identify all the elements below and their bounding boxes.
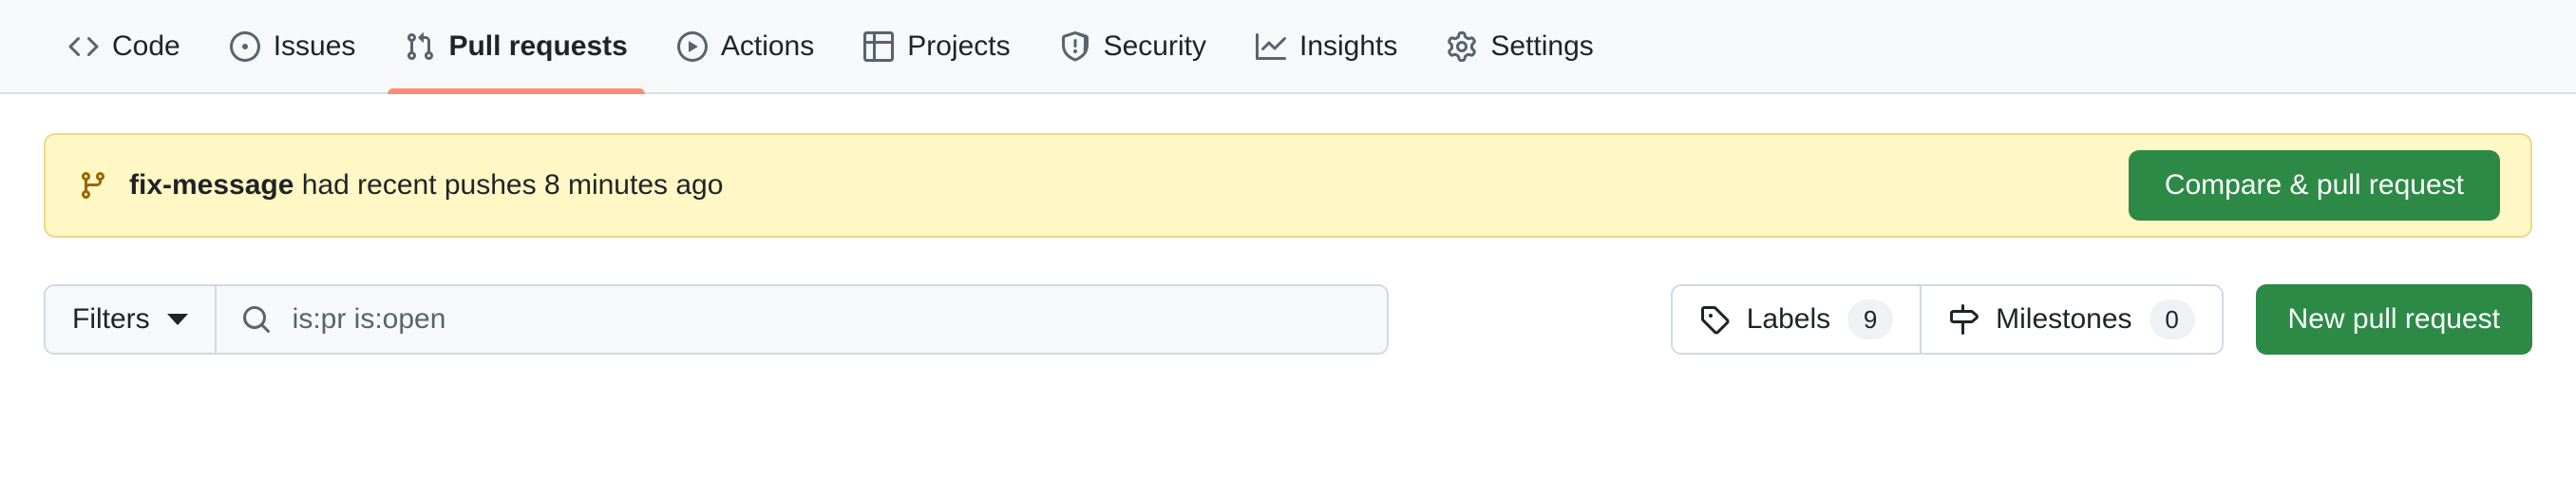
push-banner-message-group: fix-message had recent pushes 8 minutes … (78, 170, 723, 201)
nav-item-projects[interactable]: Projects (839, 0, 1034, 92)
graph-icon (1255, 31, 1286, 62)
filters-button-label: Filters (72, 303, 150, 335)
repo-navigation: Code Issues Pull requests Actions Projec (0, 0, 2576, 94)
issue-opened-icon (229, 30, 260, 62)
nav-item-actions[interactable]: Actions (653, 0, 839, 92)
nav-item-pull-requests[interactable]: Pull requests (380, 0, 652, 94)
labels-milestones-group: Labels 9 Milestones 0 (1670, 284, 2224, 355)
labels-count-badge: 9 (1847, 299, 1894, 339)
nav-item-insights[interactable]: Insights (1231, 0, 1422, 92)
git-pull-request-icon (405, 31, 435, 62)
recent-push-banner: fix-message had recent pushes 8 minutes … (44, 133, 2532, 238)
new-pull-request-button[interactable]: New pull request (2255, 284, 2532, 355)
compare-and-pull-request-button[interactable]: Compare & pull request (2128, 150, 2500, 221)
branch-name: fix-message (129, 169, 294, 201)
nav-item-label: Settings (1490, 29, 1594, 62)
pull-request-filter-toolbar: Filters is:pr is:open Labels 9 Milestone… (44, 284, 2532, 355)
nav-item-label: Insights (1298, 29, 1398, 62)
search-input[interactable]: is:pr is:open (216, 286, 1387, 353)
milestones-button-label: Milestones (1996, 303, 2132, 335)
tag-icon (1699, 304, 1730, 335)
labels-button[interactable]: Labels 9 (1672, 286, 1921, 353)
nav-item-label: Issues (273, 29, 356, 62)
milestones-button[interactable]: Milestones 0 (1920, 286, 2222, 353)
git-branch-icon (78, 170, 108, 201)
nav-item-settings[interactable]: Settings (1422, 0, 1618, 92)
search-icon (241, 304, 272, 335)
milestone-icon (1948, 304, 1979, 335)
gear-icon (1447, 30, 1477, 62)
push-banner-text: fix-message had recent pushes 8 minutes … (129, 171, 723, 200)
nav-item-label: Actions (720, 29, 815, 62)
nav-item-label: Code (112, 29, 180, 62)
chevron-down-icon (166, 314, 188, 325)
milestones-count-badge: 0 (2149, 299, 2195, 339)
play-icon (676, 30, 708, 62)
push-banner-detail: had recent pushes 8 minutes ago (294, 169, 724, 201)
nav-item-label: Pull requests (448, 29, 628, 62)
nav-item-security[interactable]: Security (1035, 0, 1231, 92)
shield-icon (1060, 30, 1090, 62)
nav-item-label: Projects (907, 29, 1011, 62)
search-input-value: is:pr is:open (292, 303, 446, 335)
labels-button-label: Labels (1746, 303, 1831, 335)
code-icon (68, 31, 99, 62)
repo-nav-list: Code Issues Pull requests Actions Projec (44, 0, 1619, 94)
nav-item-label: Security (1103, 29, 1206, 62)
nav-item-issues[interactable]: Issues (205, 0, 381, 92)
table-icon (863, 30, 895, 62)
nav-item-code[interactable]: Code (44, 0, 205, 92)
main-content: fix-message had recent pushes 8 minutes … (0, 133, 2576, 355)
search-group: Filters is:pr is:open (44, 284, 1389, 355)
filters-dropdown-button[interactable]: Filters (46, 286, 217, 353)
